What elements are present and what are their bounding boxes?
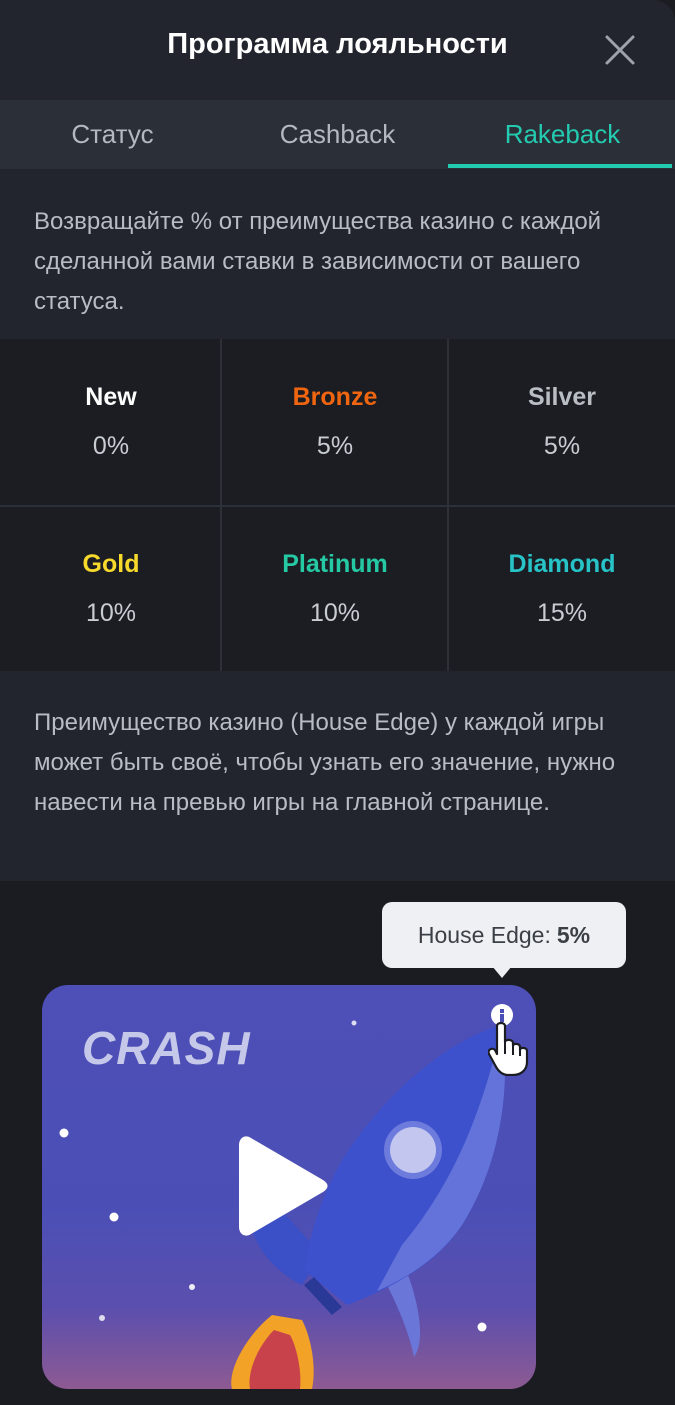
tier-name: Diamond bbox=[508, 550, 616, 578]
tier-percent: 10% bbox=[309, 599, 361, 627]
game-title: CRASH bbox=[82, 1022, 251, 1074]
tab-rakeback[interactable]: Rakeback bbox=[450, 100, 675, 169]
play-icon[interactable] bbox=[237, 1130, 333, 1242]
tier-name: Bronze bbox=[292, 383, 378, 411]
info-icon[interactable] bbox=[488, 1002, 536, 1076]
tier-percent: 0% bbox=[92, 432, 130, 460]
loyalty-modal: Программа лояльности Статус Cashback Rak… bbox=[0, 0, 675, 1405]
tier-name: Platinum bbox=[282, 550, 388, 578]
hand-pointer-icon bbox=[488, 1021, 529, 1076]
tier-cell-platinum: Platinum 10% bbox=[222, 506, 448, 670]
house-edge-tooltip: House Edge: 5% bbox=[382, 902, 626, 968]
tier-cell-bronze: Bronze 5% bbox=[222, 339, 448, 503]
tier-percent: 5% bbox=[316, 432, 354, 460]
tab-status[interactable]: Статус bbox=[0, 100, 225, 169]
tier-name: Gold bbox=[82, 550, 140, 578]
tooltip-label: House Edge: bbox=[417, 921, 551, 948]
tier-cell-diamond: Diamond 15% bbox=[449, 506, 675, 670]
tier-cell-silver: Silver 5% bbox=[449, 339, 675, 503]
tab-cashback[interactable]: Cashback bbox=[225, 100, 450, 169]
tooltip-value: 5% bbox=[556, 921, 591, 948]
rakeback-description: Возвращайте % от преимущества казино с к… bbox=[0, 169, 675, 339]
crash-game-preview[interactable]: CRASH bbox=[42, 985, 536, 1389]
tier-percent: 10% bbox=[85, 599, 137, 627]
tier-cell-gold: Gold 10% bbox=[0, 506, 222, 670]
tier-percent: 5% bbox=[543, 432, 581, 460]
tooltip-arrow bbox=[492, 966, 512, 978]
tier-grid: New 0% Bronze 5% Silver 5% Gold 10% Plat… bbox=[0, 339, 675, 671]
tab-bar: Статус Cashback Rakeback bbox=[0, 100, 675, 169]
modal-title: Программа лояльности bbox=[167, 28, 508, 60]
modal-header: Программа лояльности bbox=[0, 0, 675, 100]
house-edge-note: Преимущество казино (House Edge) у каждо… bbox=[0, 671, 675, 881]
grid-divider bbox=[0, 505, 675, 507]
close-icon bbox=[605, 35, 635, 65]
active-tab-indicator bbox=[448, 164, 672, 168]
close-button[interactable] bbox=[600, 30, 640, 70]
tier-name: New bbox=[85, 383, 137, 411]
tier-percent: 15% bbox=[536, 599, 588, 627]
tier-cell-new: New 0% bbox=[0, 339, 222, 503]
tier-name: Silver bbox=[527, 383, 597, 411]
